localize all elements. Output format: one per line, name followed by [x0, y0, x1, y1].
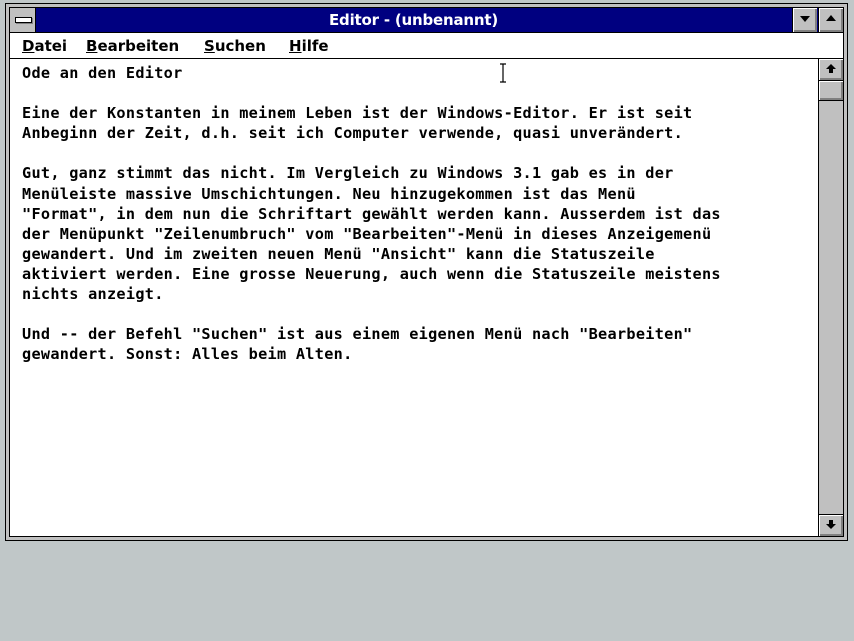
minimize-arrow-icon — [800, 16, 810, 22]
maximize-button[interactable] — [818, 8, 843, 32]
scroll-down-arrow-icon — [826, 520, 836, 529]
menu-bearbeiten-accel: B — [86, 37, 98, 55]
minimize-button[interactable] — [792, 8, 817, 32]
menu-hilfe[interactable]: Hilfe — [289, 36, 329, 56]
menu-datei-accel: D — [22, 37, 35, 55]
scroll-up-arrow-icon — [826, 64, 836, 73]
menu-bearbeiten-label: earbeiten — [97, 37, 180, 55]
menu-datei[interactable]: Datei — [22, 36, 67, 56]
menu-suchen-accel: S — [204, 37, 215, 55]
scroll-down-button[interactable] — [819, 514, 843, 536]
window-title: Editor - (unbenannt) — [329, 11, 498, 29]
scroll-track[interactable] — [819, 101, 843, 514]
system-menu-icon — [15, 17, 32, 23]
notepad-window: Editor - (unbenannt) Datei Bearbeiten Su… — [5, 3, 848, 541]
menu-hilfe-label: ilfe — [301, 37, 329, 55]
menu-suchen[interactable]: Suchen — [204, 36, 266, 56]
menu-bar: Datei Bearbeiten Suchen Hilfe — [10, 33, 843, 59]
menu-suchen-label: uchen — [214, 37, 266, 55]
maximize-arrow-icon — [826, 15, 836, 21]
menu-bearbeiten[interactable]: Bearbeiten — [86, 36, 179, 56]
system-menu-button[interactable] — [10, 8, 36, 32]
text-editor-area[interactable]: Ode an den Editor Eine der Konstanten in… — [10, 59, 818, 536]
window-frame: Editor - (unbenannt) Datei Bearbeiten Su… — [9, 7, 844, 537]
ibeam-cursor-icon — [500, 63, 506, 83]
menu-hilfe-accel: H — [289, 37, 302, 55]
vertical-scrollbar[interactable] — [818, 59, 843, 536]
scroll-thumb[interactable] — [819, 81, 843, 101]
scroll-up-button[interactable] — [819, 59, 843, 81]
document-text[interactable]: Ode an den Editor Eine der Konstanten in… — [22, 63, 721, 364]
title-bar[interactable]: Editor - (unbenannt) — [10, 8, 843, 33]
menu-datei-label: atei — [34, 37, 68, 55]
